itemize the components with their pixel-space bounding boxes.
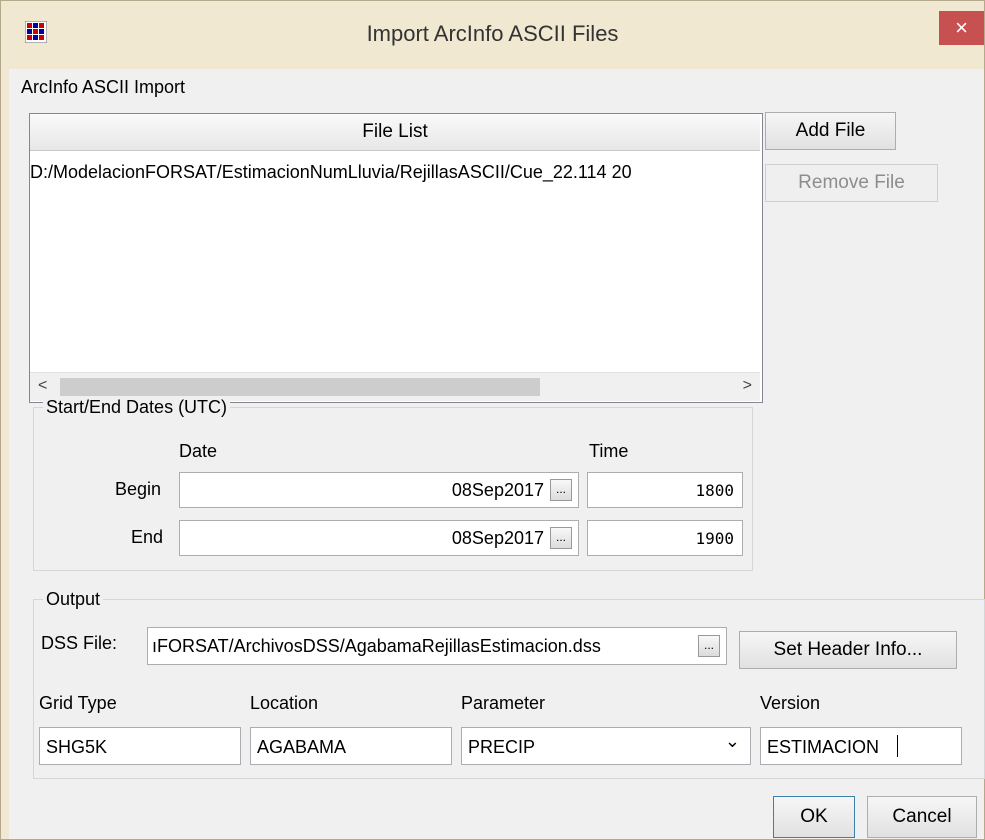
end-time-field[interactable]: 1900 — [587, 520, 743, 556]
add-file-button[interactable]: Add File — [765, 112, 896, 150]
ok-button[interactable]: OK — [773, 796, 855, 838]
date-column-label: Date — [179, 441, 218, 461]
version-label: Version — [760, 693, 821, 713]
close-button[interactable]: × — [939, 11, 984, 45]
output-group-title: Output — [43, 589, 104, 610]
grid-type-value: SHG5K — [46, 737, 108, 757]
end-date-picker-icon[interactable]: ... — [550, 527, 572, 549]
set-header-info-button[interactable]: Set Header Info... — [739, 631, 957, 669]
time-column-label: Time — [589, 441, 629, 461]
begin-time-value: 1800 — [695, 481, 734, 500]
close-icon: × — [955, 15, 968, 40]
dss-file-value: ıFORSAT/ArchivosDSS/AgabamaRejillasEstim… — [152, 636, 601, 656]
dss-file-label: DSS File: — [41, 633, 118, 653]
location-value: AGABAMA — [257, 737, 347, 757]
end-label: End — [131, 527, 164, 547]
import-dialog: Import ArcInfo ASCII Files × ArcInfo ASC… — [0, 0, 985, 840]
scroll-left-icon[interactable]: < — [38, 377, 47, 395]
title-bar: Import ArcInfo ASCII Files × — [1, 1, 984, 69]
dates-group-title: Start/End Dates (UTC) — [43, 397, 231, 418]
chevron-down-icon[interactable]: ⌄ — [725, 731, 740, 752]
begin-time-field[interactable]: 1800 — [587, 472, 743, 508]
import-section-label: ArcInfo ASCII Import — [21, 77, 186, 97]
dialog-body: ArcInfo ASCII Import File List D:/Modela… — [9, 69, 985, 839]
dss-browse-icon[interactable]: ... — [698, 635, 720, 657]
cancel-button[interactable]: Cancel — [867, 796, 977, 838]
parameter-label: Parameter — [461, 693, 546, 713]
dss-file-field[interactable]: ıFORSAT/ArchivosDSS/AgabamaRejillasEstim… — [147, 627, 727, 665]
version-field[interactable]: ESTIMACION — [760, 727, 962, 765]
grid-type-label: Grid Type — [39, 693, 117, 713]
begin-date-field[interactable]: 08Sep2017 ... — [179, 472, 579, 508]
location-label: Location — [250, 693, 319, 713]
file-list[interactable]: File List D:/ModelacionFORSAT/Estimacion… — [29, 113, 763, 403]
end-date-value: 08Sep2017 — [451, 528, 544, 548]
window-title: Import ArcInfo ASCII Files — [366, 21, 619, 46]
scroll-right-icon[interactable]: > — [743, 377, 752, 395]
file-list-header[interactable]: File List — [30, 114, 760, 151]
version-value: ESTIMACION — [767, 737, 880, 757]
scrollbar-thumb[interactable] — [60, 378, 540, 396]
text-caret — [897, 735, 898, 757]
parameter-select[interactable]: PRECIP ⌄ — [461, 727, 751, 765]
begin-date-value: 08Sep2017 — [451, 480, 544, 500]
remove-file-button[interactable]: Remove File — [765, 164, 938, 202]
end-date-field[interactable]: 08Sep2017 ... — [179, 520, 579, 556]
location-field[interactable]: AGABAMA — [250, 727, 452, 765]
parameter-value: PRECIP — [468, 737, 536, 757]
begin-label: Begin — [115, 479, 162, 499]
grid-type-field[interactable]: SHG5K — [39, 727, 241, 765]
begin-date-picker-icon[interactable]: ... — [550, 479, 572, 501]
file-list-item[interactable]: D:/ModelacionFORSAT/EstimacionNumLluvia/… — [30, 162, 632, 183]
end-time-value: 1900 — [695, 529, 734, 548]
